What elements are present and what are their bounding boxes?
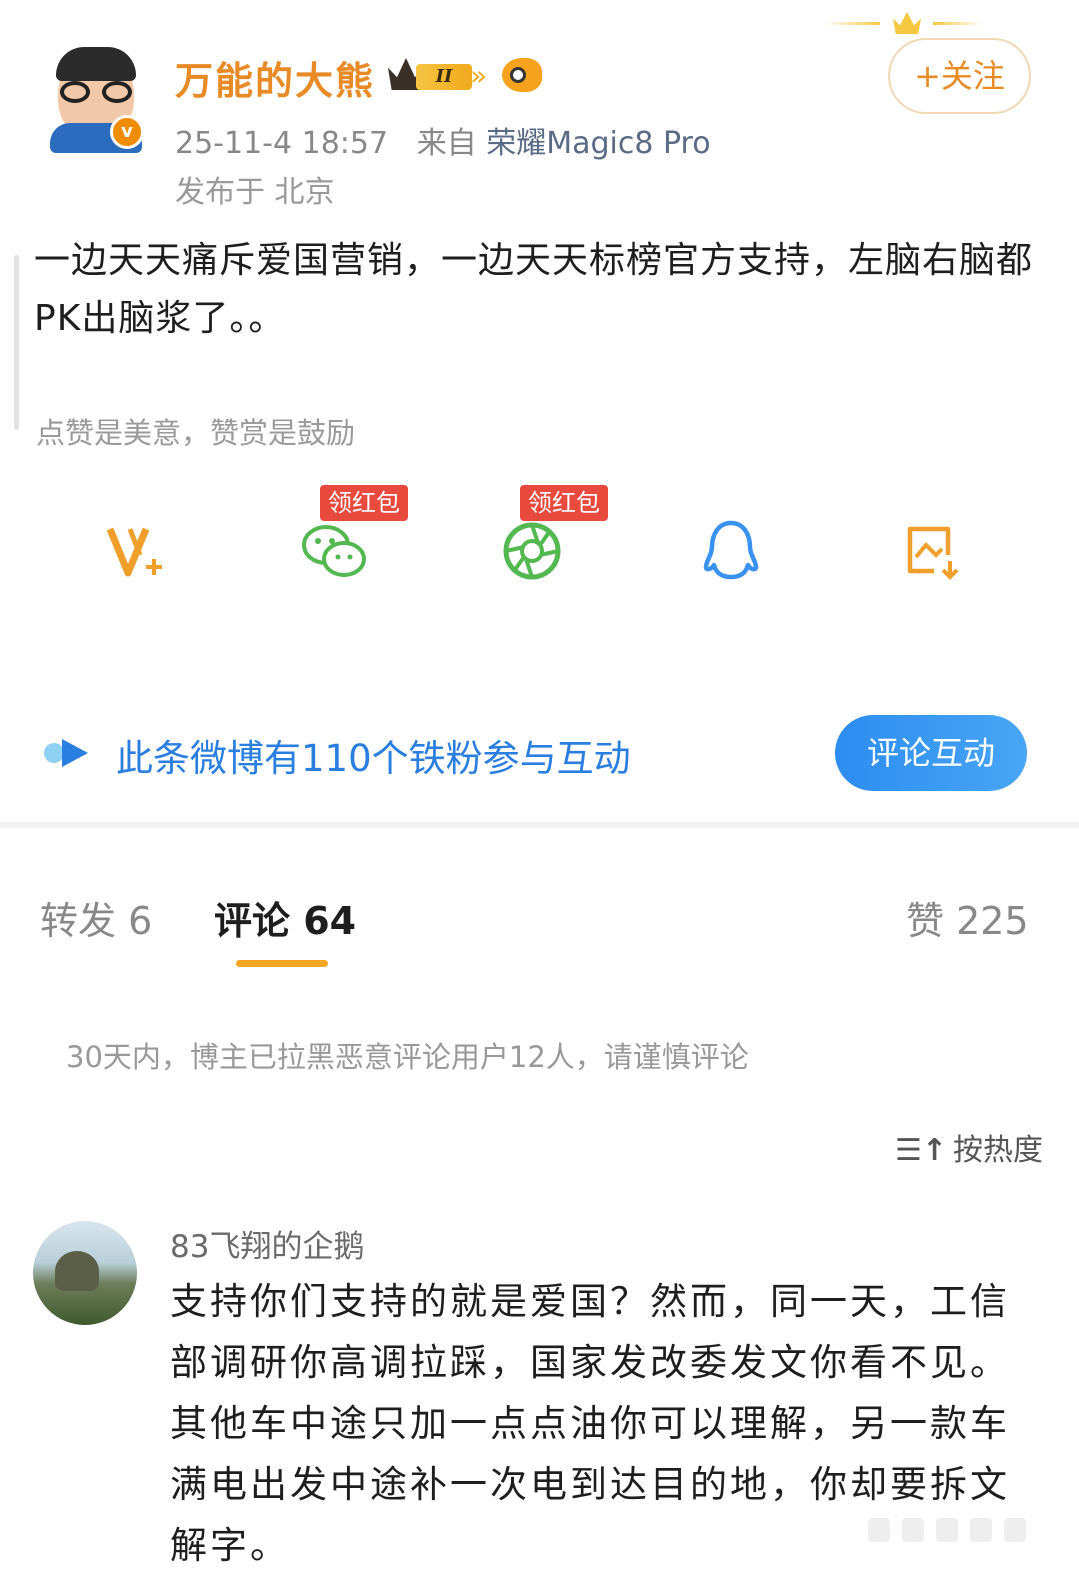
share-wechat-button[interactable]: [298, 515, 378, 585]
interaction-tabs: 转发 6 评论 64 赞 225: [0, 880, 1079, 980]
share-qq-button[interactable]: [696, 515, 776, 585]
moments-icon: [503, 522, 561, 580]
fans-interaction-bar: 此条微博有110个铁粉参与互动 评论互动: [0, 700, 1079, 810]
scroll-indicator: [14, 255, 19, 430]
author-name[interactable]: 万能的大熊: [175, 50, 375, 105]
wechat-icon: [302, 525, 366, 577]
post-location: 发布于 北京: [175, 175, 335, 210]
post-body: 一边天天痛斥爱国营销，一边天天标榜官方支持，左脑右脑都PK出脑浆了。。: [34, 240, 1034, 339]
v-plus-icon: [106, 527, 162, 577]
fans-icon: [44, 739, 88, 767]
tab-likes[interactable]: 赞 225: [906, 890, 1029, 945]
author-avatar[interactable]: v: [50, 45, 150, 155]
save-image-icon: [907, 526, 959, 580]
post-device[interactable]: 荣耀Magic8 Pro: [486, 126, 710, 161]
commenter-name[interactable]: 83飞翔的企鹅: [170, 1221, 364, 1266]
chevron-right-icon: »: [470, 59, 488, 92]
share-save-image-button[interactable]: [896, 515, 976, 585]
section-divider: [0, 822, 1079, 828]
crown-icon: [893, 12, 921, 34]
post-header: v 万能的大熊 II » +关注 25-11-4 18:57 来自 荣耀Magi…: [0, 0, 1079, 220]
share-row: 领红包 领红包: [0, 485, 1079, 605]
fish-badge-icon[interactable]: [502, 58, 542, 92]
avatar-glasses: [60, 81, 132, 103]
tab-comments[interactable]: 评论 64: [214, 890, 356, 945]
comment-notice: 30天内，博主已拉黑恶意评论用户12人，请谨慎评论: [66, 1040, 749, 1074]
qq-icon: [703, 520, 759, 580]
avatar-rock: [55, 1251, 99, 1291]
sort-button[interactable]: ☰↑ 按热度: [895, 1125, 1043, 1169]
verified-badge-icon: v: [110, 115, 144, 149]
reward-tip: 点赞是美意，赞赏是鼓励: [36, 416, 356, 450]
tab-repost[interactable]: 转发 6: [40, 890, 152, 945]
share-vplus-button[interactable]: [100, 515, 180, 585]
avatar-hair: [56, 47, 136, 81]
post-meta: 25-11-4 18:57 来自 荣耀Magic8 Pro: [175, 118, 711, 162]
follow-decoration: [825, 10, 1005, 40]
sort-hot-icon: ☰↑: [895, 1133, 948, 1168]
comment-interact-button[interactable]: 评论互动: [835, 715, 1027, 791]
post-timestamp: 25-11-4 18:57: [175, 126, 389, 161]
sort-label: 按热度: [953, 1133, 1044, 1168]
commenter-avatar[interactable]: [33, 1221, 137, 1325]
share-moments-button[interactable]: [498, 515, 578, 585]
vip-level: II: [416, 64, 472, 90]
vip-badge[interactable]: II »: [388, 56, 492, 94]
fans-interaction-text: 此条微博有110个铁粉参与互动: [116, 737, 631, 780]
follow-button[interactable]: +关注: [888, 38, 1031, 114]
watermark-decoration: [868, 1512, 1038, 1548]
active-tab-underline: [236, 960, 328, 967]
source-prefix: 来自: [416, 126, 477, 161]
